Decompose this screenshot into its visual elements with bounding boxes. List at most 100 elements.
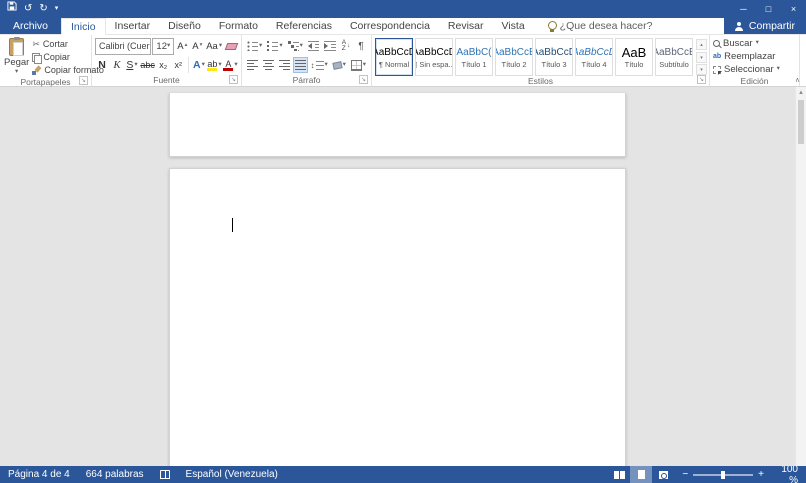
- show-marks-button[interactable]: ¶: [354, 38, 368, 54]
- close-button[interactable]: ×: [781, 0, 806, 18]
- document-page-previous[interactable]: [169, 93, 626, 157]
- text-effects-button[interactable]: A ▾: [192, 57, 206, 73]
- bold-button[interactable]: N: [95, 57, 109, 73]
- style-heading1[interactable]: AaBbC( Título 1: [455, 38, 493, 76]
- tab-revisar[interactable]: Revisar: [439, 18, 493, 34]
- style-no-spacing[interactable]: AaBbCcD ¶ Sin espa...: [415, 38, 453, 76]
- style-name: Título 4: [581, 60, 607, 69]
- decrease-indent-button[interactable]: [306, 38, 322, 54]
- italic-button[interactable]: K: [110, 57, 124, 73]
- tab-diseno[interactable]: Diseño: [159, 18, 210, 34]
- web-layout-button[interactable]: [652, 466, 674, 483]
- numbering-button[interactable]: ▾: [265, 38, 284, 54]
- zoom-slider[interactable]: [693, 470, 754, 479]
- bullets-button[interactable]: ▾: [245, 38, 264, 54]
- style-name: Título 3: [541, 60, 567, 69]
- font-dialog-launcher-icon[interactable]: ↘: [229, 75, 238, 84]
- align-right-button[interactable]: [277, 57, 292, 73]
- proofing-status[interactable]: [152, 466, 178, 483]
- paragraph-dialog-launcher-icon[interactable]: ↘: [359, 75, 368, 84]
- subscript-button[interactable]: x₂: [156, 57, 170, 73]
- read-mode-button[interactable]: [608, 466, 630, 483]
- styles-gallery-more-icon[interactable]: ▾: [696, 64, 707, 75]
- numbering-icon: [267, 41, 279, 51]
- tell-me-box[interactable]: ¿Que desea hacer?: [547, 18, 652, 34]
- tab-referencias[interactable]: Referencias: [267, 18, 341, 34]
- borders-icon: [350, 59, 362, 71]
- shading-button[interactable]: ▾: [331, 57, 348, 73]
- paste-button[interactable]: Pegar ▾: [3, 37, 30, 77]
- zoom-slider-thumb[interactable]: [721, 470, 726, 479]
- grow-font-button[interactable]: A ▴: [175, 38, 189, 54]
- word-count[interactable]: 664 palabras: [78, 466, 152, 483]
- style-heading2[interactable]: AaBbCcE Título 2: [495, 38, 533, 76]
- status-bar: Página 4 de 4 664 palabras Español (Vene…: [0, 464, 806, 483]
- clipboard-dialog-launcher-icon[interactable]: ↘: [79, 75, 88, 85]
- zoom-level[interactable]: 100 %: [772, 464, 806, 483]
- clear-formatting-button[interactable]: [224, 38, 238, 54]
- language-indicator[interactable]: Español (Venezuela): [178, 466, 286, 483]
- font-name-select[interactable]: Calibri (Cuerp ▾: [95, 37, 152, 55]
- style-subtitle[interactable]: AaBbCcE Subtítulo: [655, 38, 693, 76]
- strikethrough-button[interactable]: abc: [140, 57, 155, 73]
- minimize-button[interactable]: ─: [731, 0, 756, 18]
- align-center-button[interactable]: [261, 57, 276, 73]
- save-icon[interactable]: [7, 0, 17, 18]
- replace-icon: ab: [713, 53, 722, 60]
- highlight-icon: ab: [207, 58, 218, 71]
- justify-button[interactable]: [292, 57, 308, 73]
- style-title[interactable]: AaB Título: [615, 38, 653, 76]
- vertical-scrollbar[interactable]: ▲: [795, 87, 806, 466]
- scrollbar-thumb[interactable]: [798, 100, 804, 144]
- select-button[interactable]: Seleccionar ▾: [713, 64, 780, 75]
- multilevel-list-button[interactable]: ▾: [286, 38, 305, 54]
- shrink-font-icon: ▾: [199, 42, 203, 49]
- page-indicator[interactable]: Página 4 de 4: [0, 466, 78, 483]
- redo-icon[interactable]: ↻: [39, 0, 47, 18]
- tab-correspondencia[interactable]: Correspondencia: [341, 18, 439, 34]
- borders-button[interactable]: ▾: [349, 57, 368, 73]
- find-button[interactable]: Buscar ▾: [713, 38, 780, 49]
- font-group-label: Fuente: [153, 75, 180, 85]
- increase-indent-button[interactable]: [322, 38, 338, 54]
- superscript-button[interactable]: x²: [171, 57, 185, 73]
- highlight-color-button[interactable]: ab ▾: [207, 57, 222, 73]
- change-case-button[interactable]: Aa ▾: [205, 38, 223, 54]
- style-heading4[interactable]: AaBbCcD Título 4: [575, 38, 613, 76]
- align-left-button[interactable]: [245, 57, 260, 73]
- style-heading3[interactable]: AaBbCcD Título 3: [535, 38, 573, 76]
- clipboard-group: Pegar ▾ ✂ Cortar Copiar Copiar formato P…: [0, 35, 104, 87]
- line-spacing-button[interactable]: ↕ ▾: [309, 57, 330, 73]
- maximize-button[interactable]: □: [756, 0, 781, 18]
- sort-button[interactable]: AZ ↓: [339, 38, 353, 54]
- replace-button[interactable]: ab Reemplazar: [713, 51, 780, 62]
- cut-label: Cortar: [42, 39, 68, 49]
- zoom-in-button[interactable]: +: [758, 466, 764, 483]
- zoom-out-button[interactable]: −: [682, 466, 688, 483]
- undo-icon[interactable]: ↺: [24, 0, 32, 18]
- tab-formato[interactable]: Formato: [210, 18, 267, 34]
- style-name: Título 2: [501, 60, 527, 69]
- tab-inicio[interactable]: Inicio: [61, 18, 106, 35]
- share-button[interactable]: Compartir: [723, 18, 806, 34]
- collapse-ribbon-icon[interactable]: ∧: [795, 76, 800, 84]
- styles-scroll-up-icon[interactable]: ▴: [696, 39, 707, 50]
- tab-vista[interactable]: Vista: [493, 18, 534, 34]
- document-page-current[interactable]: [169, 168, 626, 466]
- tab-archivo[interactable]: Archivo: [0, 18, 62, 34]
- font-size-select[interactable]: 12 ▾: [152, 37, 175, 55]
- font-color-button[interactable]: A ▾: [223, 57, 238, 73]
- styles-scroll-down-icon[interactable]: ▾: [696, 51, 707, 63]
- style-normal[interactable]: AaBbCcD ¶ Normal: [375, 38, 413, 76]
- styles-dialog-launcher-icon[interactable]: ↘: [697, 75, 706, 84]
- page-indicator-label: Página 4 de 4: [8, 469, 70, 480]
- qat-customize-icon[interactable]: ▾: [55, 0, 59, 18]
- share-label: Compartir: [748, 20, 795, 32]
- align-right-icon: [278, 60, 290, 70]
- print-layout-button[interactable]: [630, 466, 653, 483]
- tab-insertar[interactable]: Insertar: [106, 18, 160, 34]
- scroll-up-icon[interactable]: ▲: [796, 87, 806, 99]
- shrink-font-button[interactable]: A ▾: [190, 38, 204, 54]
- underline-button[interactable]: S ▾: [125, 57, 139, 73]
- search-icon: [713, 40, 720, 47]
